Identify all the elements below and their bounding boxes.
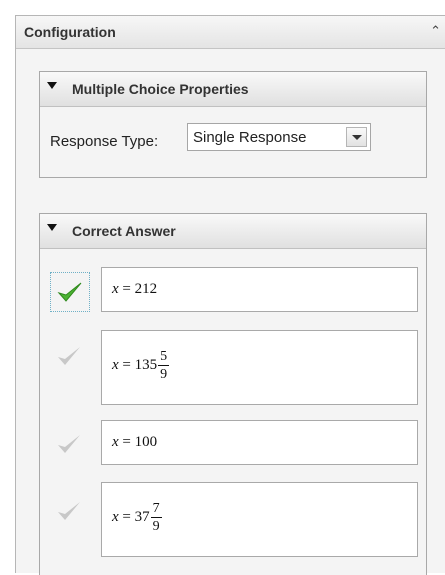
response-type-value: Single Response: [193, 129, 307, 146]
answer-expression: x = 212: [112, 281, 158, 297]
checkmark-icon: [58, 435, 80, 453]
answer-expression: x = 37 7 9: [112, 501, 162, 534]
triangle-down-icon[interactable]: [47, 82, 57, 89]
panel-title: Configuration: [24, 24, 116, 40]
answer-field-3[interactable]: x = 100: [101, 420, 418, 465]
answer-expression: x = 100: [112, 434, 158, 450]
section-header-correct-answer[interactable]: Correct Answer: [40, 214, 426, 249]
response-type-label: Response Type:: [50, 133, 159, 150]
configuration-panel: Configuration ⌃ Multiple Choice Properti…: [15, 15, 445, 575]
answer-check-4[interactable]: [50, 492, 90, 532]
answer-check-3[interactable]: [50, 425, 90, 465]
answer-field-1[interactable]: x = 212: [101, 267, 418, 312]
answer-field-2[interactable]: x = 135 5 9: [101, 330, 418, 405]
panel-header[interactable]: Configuration ⌃: [16, 16, 445, 49]
section-title: Multiple Choice Properties: [72, 81, 249, 97]
answer-expression: x = 135 5 9: [112, 349, 170, 382]
checkmark-icon: [58, 347, 80, 365]
correct-answer-section: Correct Answer x = 212 x = 135 5 9 x = 1…: [39, 213, 427, 575]
response-type-select[interactable]: Single Response: [187, 123, 371, 151]
double-chevron-up-icon[interactable]: ⌃: [430, 23, 441, 39]
checkmark-icon: [57, 282, 82, 302]
checkmark-icon: [58, 502, 80, 520]
section-title: Correct Answer: [72, 223, 176, 239]
answer-check-2[interactable]: [50, 337, 90, 377]
multiple-choice-properties-section: Multiple Choice Properties Response Type…: [39, 71, 427, 178]
dropdown-arrow-icon[interactable]: [346, 127, 367, 147]
answer-check-1[interactable]: [50, 272, 90, 312]
triangle-down-icon[interactable]: [47, 224, 57, 231]
section-header-mc-properties[interactable]: Multiple Choice Properties: [40, 72, 426, 107]
answer-field-4[interactable]: x = 37 7 9: [101, 482, 418, 557]
